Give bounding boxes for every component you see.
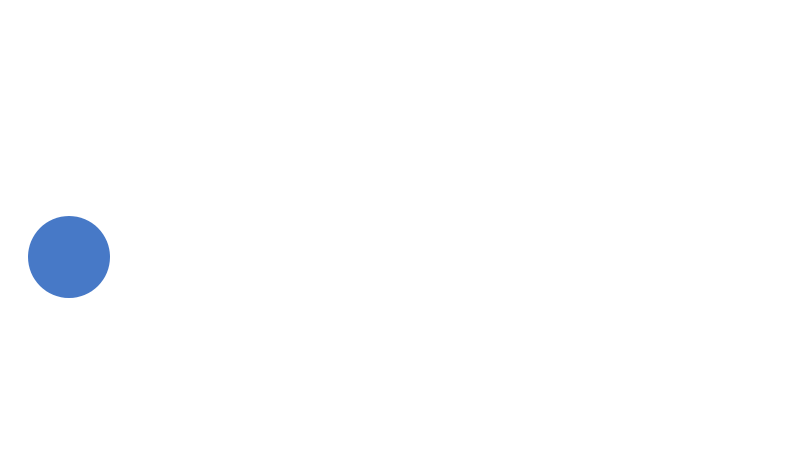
blue-circle-shape (28, 216, 110, 298)
blank-canvas (0, 0, 800, 450)
